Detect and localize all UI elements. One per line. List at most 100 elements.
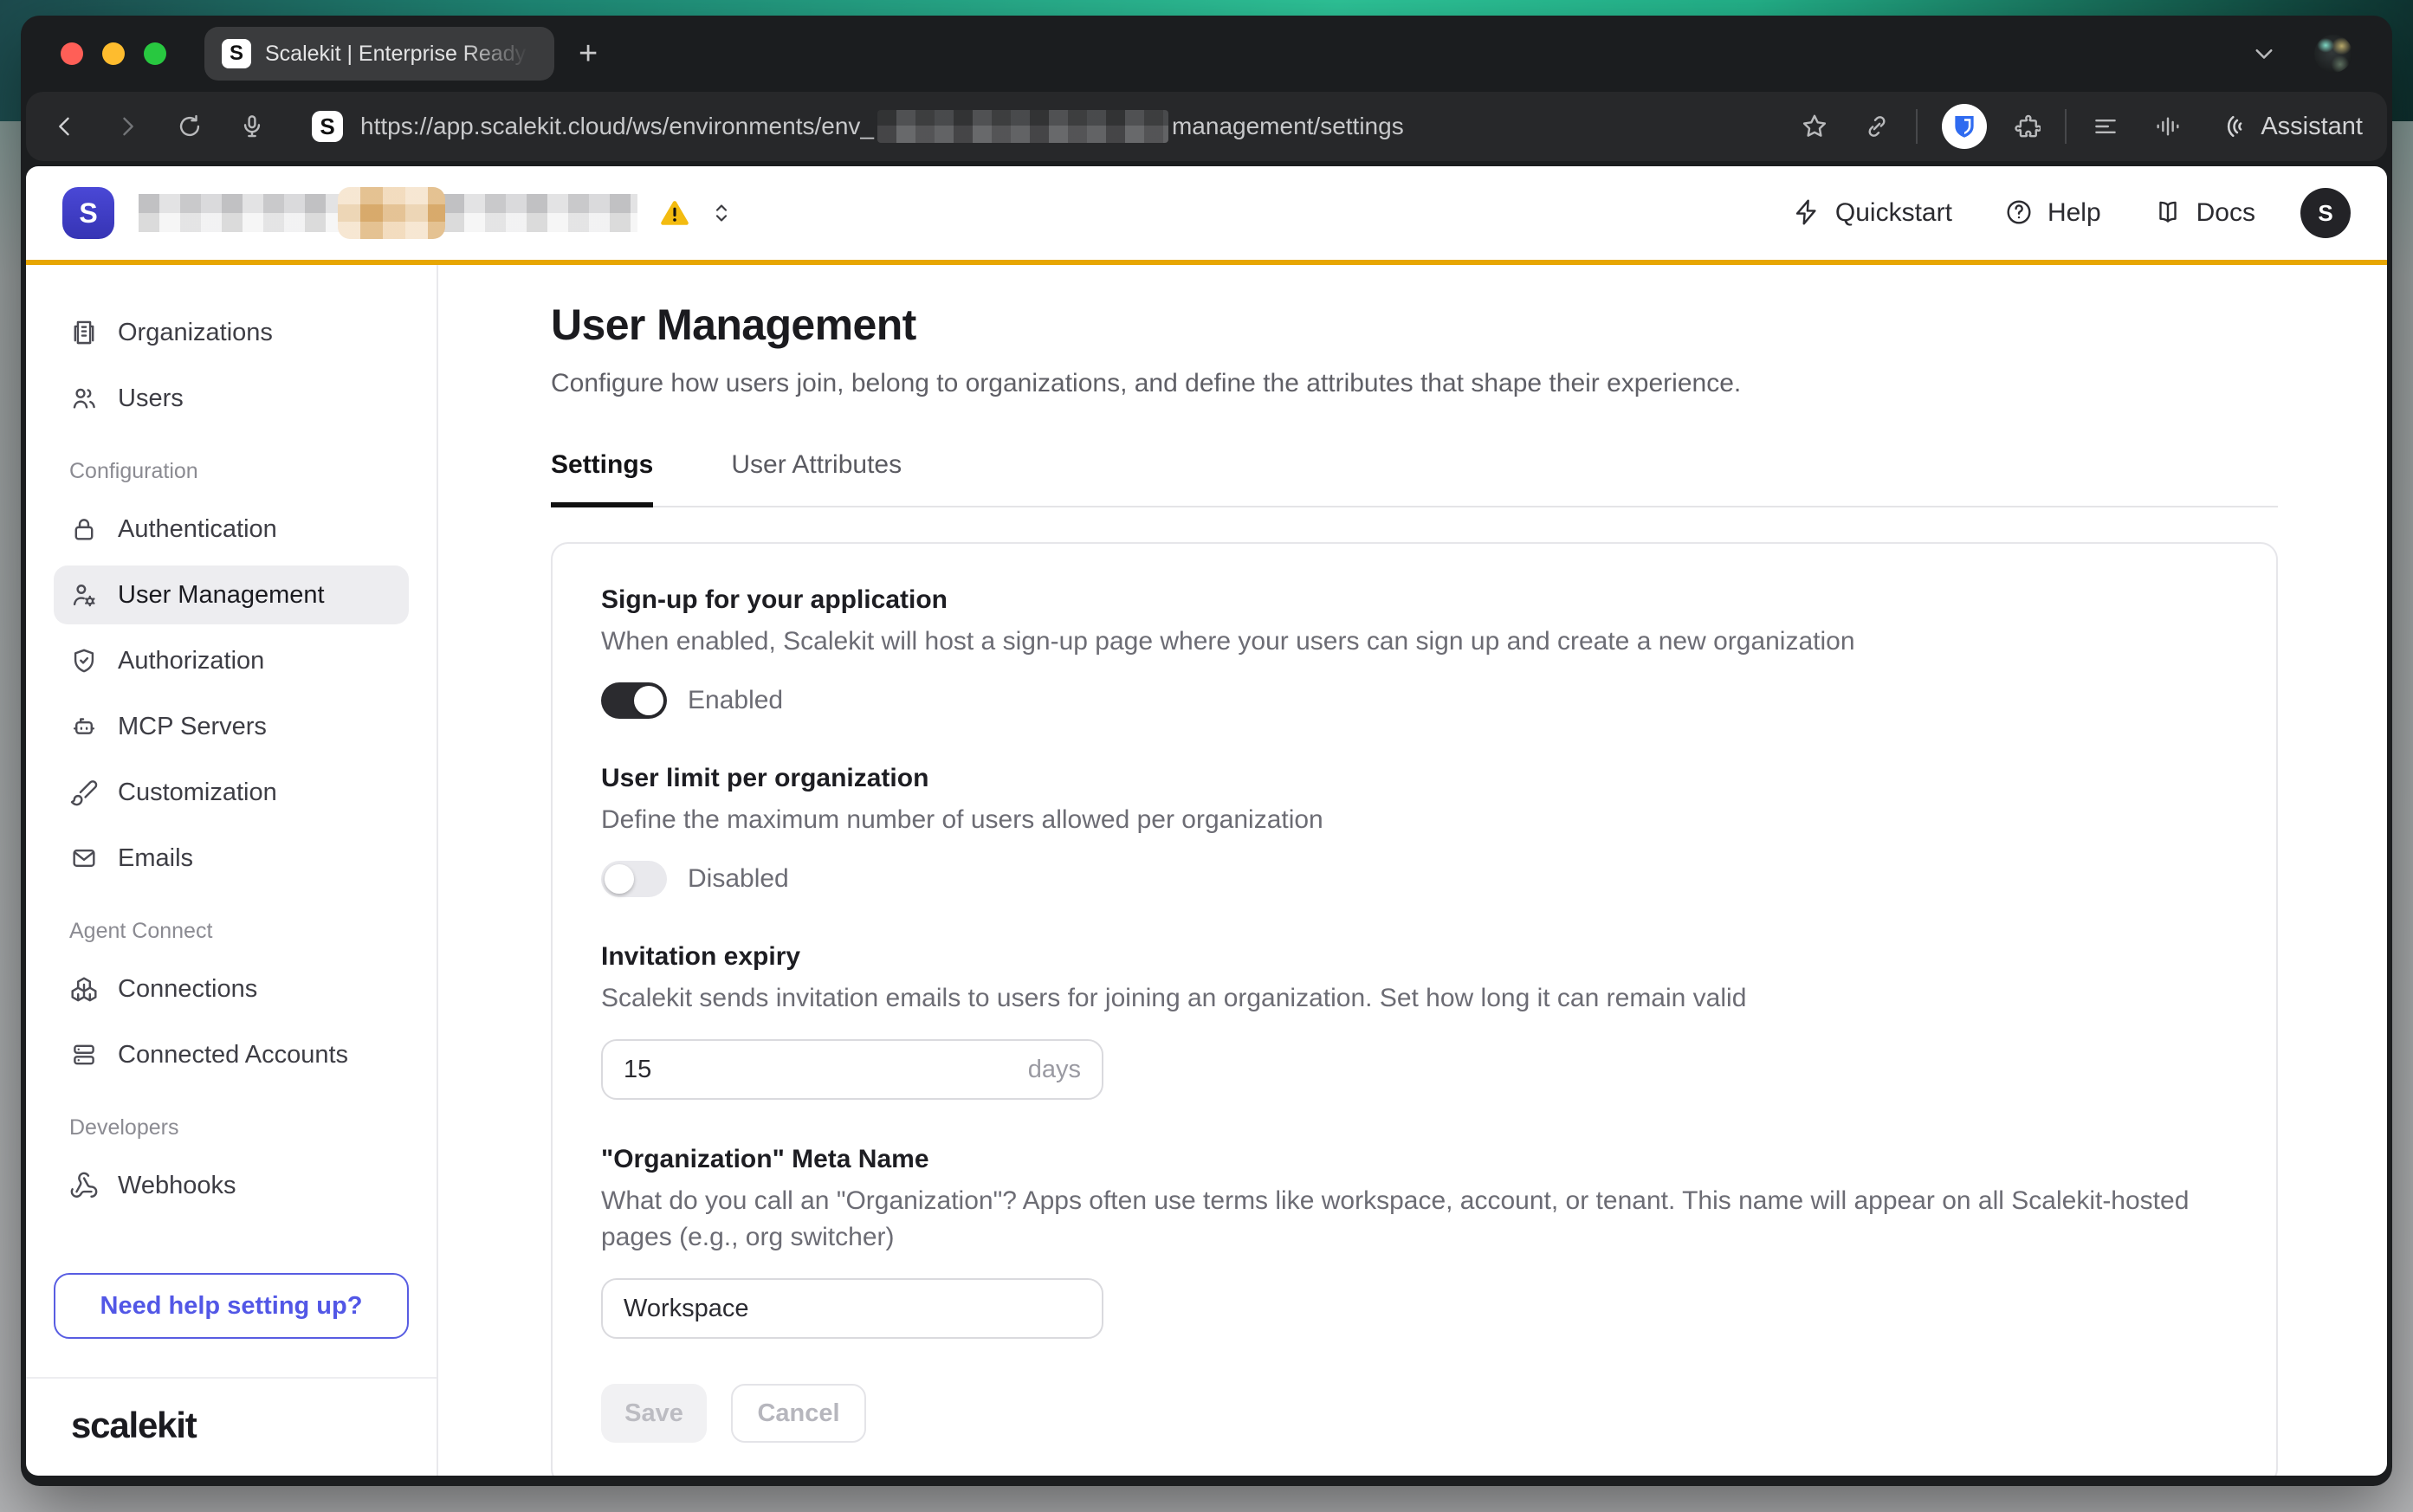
- tab-user-attributes[interactable]: User Attributes: [731, 450, 902, 506]
- user-limit-toggle[interactable]: [601, 861, 667, 897]
- back-icon[interactable]: [50, 112, 80, 141]
- tab-favicon: S: [222, 39, 251, 68]
- app-header: S Quickstart Help: [26, 166, 2387, 260]
- forward-icon[interactable]: [113, 112, 142, 141]
- sidebar-item-connected-accounts[interactable]: Connected Accounts: [54, 1025, 409, 1084]
- page-title: User Management: [551, 300, 2387, 350]
- switcher-chevrons-icon[interactable]: [708, 200, 734, 226]
- new-tab-button[interactable]: +: [579, 37, 598, 70]
- need-help-button[interactable]: Need help setting up?: [54, 1273, 409, 1339]
- org-meta-name-field: [601, 1278, 1103, 1339]
- sidebar-item-label: Emails: [118, 844, 193, 873]
- org-meta-name-input[interactable]: [624, 1295, 1081, 1323]
- sidebar-item-connections[interactable]: Connections: [54, 960, 409, 1018]
- sidebar-item-mcp-servers[interactable]: MCP Servers: [54, 697, 409, 756]
- warning-icon: [658, 197, 691, 229]
- sidebar-nav: OrganizationsUsersConfigurationAuthentic…: [54, 303, 409, 1222]
- assistant-button[interactable]: Assistant: [2216, 111, 2363, 142]
- scalekit-app: S Quickstart Help: [26, 166, 2387, 1476]
- assistant-label: Assistant: [2261, 113, 2363, 141]
- bookmark-star-icon[interactable]: [1800, 112, 1829, 141]
- cancel-button[interactable]: Cancel: [731, 1384, 866, 1443]
- scalekit-wordmark: scalekit: [71, 1405, 197, 1445]
- quickstart-button[interactable]: Quickstart: [1792, 197, 1952, 229]
- redacted-url-segment: [877, 110, 1168, 143]
- chevron-down-icon[interactable]: [2248, 38, 2280, 69]
- sidebar-item-authentication[interactable]: Authentication: [54, 500, 409, 559]
- invitation-expiry-field: days: [601, 1039, 1103, 1100]
- sidebar-item-customization[interactable]: Customization: [54, 763, 409, 822]
- sidebar-item-label: Authorization: [118, 647, 264, 675]
- toggle-label: Enabled: [688, 686, 783, 715]
- sidebar-item-emails[interactable]: Emails: [54, 829, 409, 888]
- sidebar-footer: scalekit: [26, 1377, 437, 1476]
- section-description: What do you call an "Organization"? Apps…: [601, 1183, 2212, 1256]
- section-title: User limit per organization: [601, 764, 2228, 793]
- site-favicon: S: [312, 111, 343, 142]
- days-suffix: days: [1028, 1056, 1081, 1084]
- section-title: "Organization" Meta Name: [601, 1145, 2228, 1174]
- sidebar-item-user-management[interactable]: User Management: [54, 565, 409, 624]
- sidebar-item-users[interactable]: Users: [54, 369, 409, 428]
- save-button[interactable]: Save: [601, 1384, 707, 1443]
- sidebar-item-label: User Management: [118, 581, 325, 610]
- browser-window: S Scalekit | Enterprise Ready A + S http…: [21, 16, 2392, 1486]
- docs-button[interactable]: Docs: [2153, 197, 2255, 229]
- cubes-icon: [69, 974, 99, 1004]
- assistant-icon: [2216, 111, 2247, 142]
- lightning-icon: [1792, 197, 1823, 229]
- extensions-puzzle-icon[interactable]: [2011, 112, 2041, 141]
- building-icon: [69, 318, 99, 347]
- section-description: Define the maximum number of users allow…: [601, 802, 2212, 838]
- help-button[interactable]: Help: [2004, 197, 2101, 229]
- close-window-button[interactable]: [61, 42, 83, 65]
- users-icon: [69, 384, 99, 413]
- invitation-expiry-input[interactable]: [624, 1056, 1028, 1084]
- url-suffix: management/settings: [1172, 113, 1404, 140]
- sidebar-section-label: Developers: [54, 1115, 409, 1140]
- section-title: Sign-up for your application: [601, 585, 2228, 615]
- minimize-window-button[interactable]: [102, 42, 125, 65]
- signup-toggle[interactable]: [601, 682, 667, 719]
- address-bar[interactable]: https://app.scalekit.cloud/ws/environmen…: [360, 110, 1800, 143]
- sidebar-section-label: Agent Connect: [54, 919, 409, 944]
- header-actions: Quickstart Help Docs S: [1740, 188, 2351, 238]
- url-prefix: https://app.scalekit.cloud/ws/environmen…: [360, 113, 874, 140]
- sidebar-item-label: Users: [118, 384, 184, 413]
- sidebar-item-label: Webhooks: [118, 1172, 236, 1200]
- workspace-switcher[interactable]: [139, 194, 637, 232]
- zoom-window-button[interactable]: [144, 42, 166, 65]
- waveform-icon[interactable]: [2153, 112, 2183, 141]
- reader-list-icon[interactable]: [2091, 112, 2120, 141]
- mail-icon: [69, 843, 99, 873]
- signup-section: Sign-up for your application When enable…: [601, 585, 2228, 719]
- tabs: Settings User Attributes: [551, 450, 2278, 507]
- redacted-environment-name: [443, 194, 637, 232]
- section-description: Scalekit sends invitation emails to user…: [601, 980, 2212, 1017]
- browser-tab[interactable]: S Scalekit | Enterprise Ready A: [204, 27, 554, 81]
- shield-check-icon: [69, 646, 99, 675]
- robot-icon: [69, 712, 99, 741]
- invitation-expiry-section: Invitation expiry Scalekit sends invitat…: [601, 942, 2228, 1100]
- toggle-label: Disabled: [688, 864, 789, 894]
- sidebar-item-authorization[interactable]: Authorization: [54, 631, 409, 690]
- server-stack-icon: [69, 1040, 99, 1069]
- screen: S Scalekit | Enterprise Ready A + S http…: [0, 0, 2413, 1512]
- user-gear-icon: [69, 580, 99, 610]
- sidebar-item-label: MCP Servers: [118, 713, 267, 741]
- sidebar-item-organizations[interactable]: Organizations: [54, 303, 409, 362]
- sidebar-item-webhooks[interactable]: Webhooks: [54, 1156, 409, 1215]
- bitwarden-extension-icon[interactable]: [1942, 104, 1987, 149]
- user-avatar[interactable]: S: [2300, 188, 2351, 238]
- sidebar-item-label: Connections: [118, 975, 257, 1004]
- copy-link-icon[interactable]: [1862, 112, 1892, 141]
- sidebar-item-label: Organizations: [118, 319, 273, 347]
- settings-card: Sign-up for your application When enable…: [551, 542, 2278, 1476]
- traffic-lights: [61, 42, 166, 65]
- main-content: User Management Configure how users join…: [438, 265, 2387, 1476]
- microphone-icon[interactable]: [237, 112, 267, 141]
- tab-settings[interactable]: Settings: [551, 450, 653, 507]
- user-limit-section: User limit per organization Define the m…: [601, 764, 2228, 897]
- browser-profile-avatar[interactable]: [2314, 35, 2352, 73]
- reload-icon[interactable]: [175, 112, 204, 141]
